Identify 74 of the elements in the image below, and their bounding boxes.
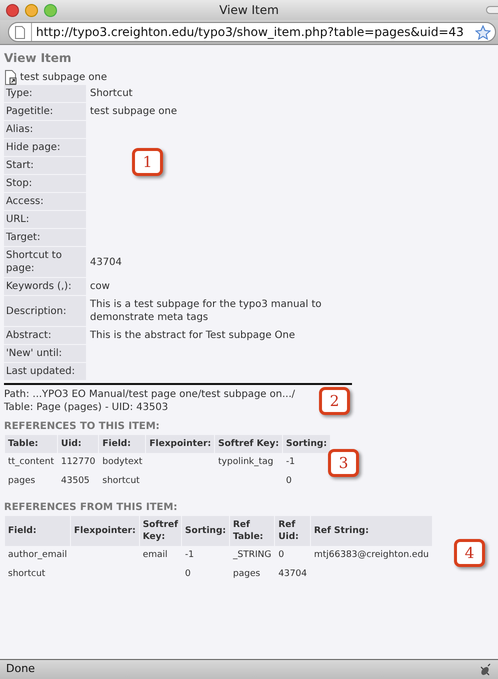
column-header: Flexpointer:	[146, 435, 214, 453]
table-cell: -1	[286, 457, 295, 467]
field-label: Alias:	[6, 123, 34, 136]
field-value: Shortcut	[90, 87, 133, 100]
table-cell: pages	[8, 476, 36, 486]
callout-badge: 1	[132, 148, 163, 176]
table-cell: shortcut	[102, 476, 140, 486]
table-cell: _STRING	[233, 550, 272, 560]
column-header: Flexpointer:	[70, 516, 139, 546]
column-header: Ref Uid:	[275, 516, 310, 546]
url-text: http://typo3.creighton.edu/typo3/show_item.php?table=pages&uid=43	[36, 24, 465, 41]
table-cell: 0	[286, 476, 292, 486]
field-value: cow	[90, 280, 110, 293]
table-cell: 43505	[61, 476, 90, 486]
column-header: Sorting:	[182, 516, 229, 546]
field-label: Access:	[6, 195, 44, 208]
section-heading: REFERENCES FROM THIS ITEM:	[4, 501, 178, 514]
zoom-window-button[interactable]	[44, 4, 57, 16]
column-header: Field:	[99, 435, 146, 453]
table-cell: 43704	[278, 568, 307, 578]
field-value: test subpage one	[90, 105, 178, 118]
field-label: Last updated:	[6, 365, 75, 378]
column-header: Field:	[5, 516, 70, 546]
callout-badge: 3	[328, 449, 359, 477]
column-header: Table:	[5, 435, 58, 453]
status-text: Done	[6, 661, 35, 678]
table-info: Table: Page (pages) - UID: 43503	[4, 401, 170, 414]
field-label: Target:	[6, 231, 40, 244]
field-value: This is a test subpage for the typo3 manual to demonstrate meta tags	[90, 298, 323, 324]
column-header: Softref Key:	[140, 516, 182, 546]
field-label: Description:	[6, 304, 66, 318]
record-path: Path: ...YPO3 EO Manual/test page one/test subpage on.../	[4, 388, 295, 401]
record-title: test subpage one	[20, 70, 108, 84]
field-label: Shortcut to page:	[6, 249, 63, 275]
field-label: Abstract:	[6, 329, 52, 342]
field-value: This is the abstract for Test subpage One	[90, 329, 296, 342]
column-header: Sorting:	[283, 435, 330, 453]
table-cell: mtj66383@creighton.edu	[314, 550, 429, 560]
column-header: Ref Table:	[230, 516, 274, 546]
section-heading: REFERENCES TO THIS ITEM:	[4, 420, 161, 433]
table-cell: tt_content	[8, 457, 54, 467]
column-header: Ref String:	[310, 516, 432, 546]
minimize-window-button[interactable]	[25, 4, 38, 16]
field-label: URL:	[6, 213, 30, 226]
callout-badge: 4	[454, 539, 485, 567]
close-window-button[interactable]	[6, 4, 19, 16]
table-cell: 0	[185, 568, 191, 578]
table-cell: bodytext	[102, 457, 142, 467]
table-cell: shortcut	[8, 568, 46, 578]
table-cell: email	[142, 550, 168, 560]
field-label: Pagetitle:	[6, 105, 54, 118]
field-label: Hide page:	[6, 141, 60, 154]
field-label: Stop:	[6, 177, 32, 190]
table-cell: -1	[185, 550, 194, 560]
page-heading: View Item	[4, 51, 72, 65]
table-cell: pages	[233, 568, 260, 578]
page-icon	[15, 26, 25, 38]
table-cell: 112770	[61, 457, 96, 467]
star-icon[interactable]	[475, 24, 491, 40]
address-field[interactable]: http://typo3.creighton.edu/typo3/show_item.php?table=pages&uid=43	[8, 22, 496, 42]
field-label: Type:	[6, 87, 32, 100]
table-cell: author_email	[8, 550, 67, 560]
column-header: Uid:	[58, 435, 98, 453]
field-value: 43704	[90, 256, 122, 268]
column-header: Softref Key:	[215, 435, 282, 453]
table-cell: typolink_tag	[218, 457, 274, 467]
window-title: View Item	[218, 2, 280, 19]
field-label: 'New' until:	[6, 347, 62, 360]
table-cell: 0	[278, 550, 284, 560]
field-label: Start:	[6, 159, 34, 172]
bug-icon	[478, 662, 492, 676]
callout-badge: 2	[319, 387, 350, 415]
field-label: Keywords (,):	[6, 280, 72, 293]
shortcut-page-icon	[4, 70, 18, 84]
